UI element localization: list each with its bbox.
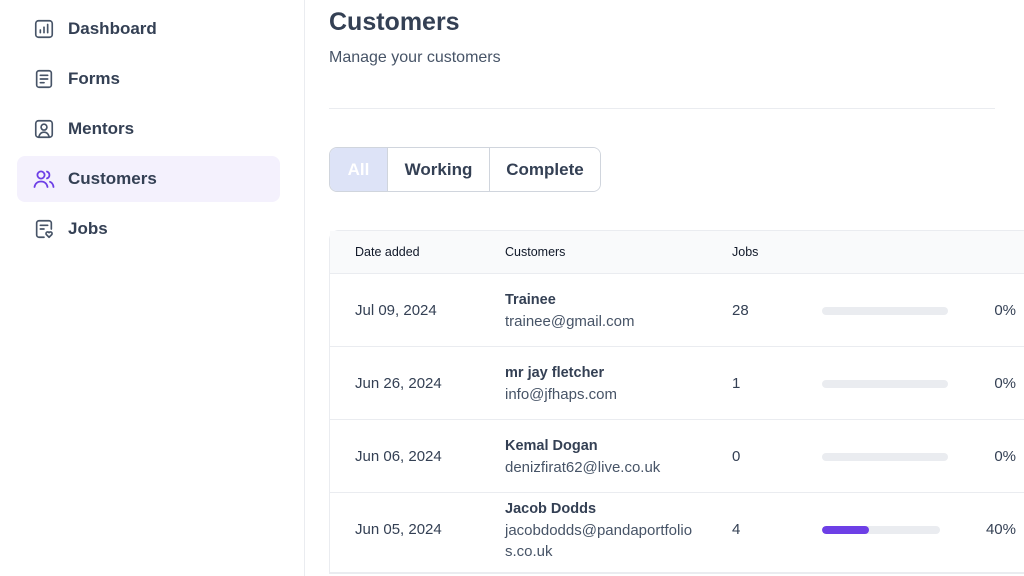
page-subtitle: Manage your customers xyxy=(329,49,501,66)
column-header-customers[interactable]: Customers xyxy=(505,245,565,259)
page-title: Customers xyxy=(329,8,460,36)
sidebar-item-label: Mentors xyxy=(68,119,135,138)
table-header: Date added Customers Jobs xyxy=(330,231,1024,274)
customer-name: Jacob Dodds xyxy=(505,501,597,517)
users-icon xyxy=(32,167,56,191)
date-added: Jun 05, 2024 xyxy=(355,521,442,538)
filter-working-button[interactable]: Working xyxy=(387,148,489,191)
customer-name: Trainee xyxy=(505,292,556,308)
progress-bar xyxy=(822,307,948,315)
table-row[interactable]: Jun 26, 2024 mr jay fletcher info@jfhaps… xyxy=(330,347,1024,420)
sidebar-item-mentors[interactable]: Mentors xyxy=(17,106,280,152)
filter-tabs: All Working Complete xyxy=(329,147,601,192)
sidebar-item-label: Jobs xyxy=(68,219,108,238)
progress-percent: 40% xyxy=(985,521,1016,538)
filter-complete-button[interactable]: Complete xyxy=(489,148,600,191)
chart-bar-icon xyxy=(32,17,56,41)
progress-percent: 0% xyxy=(994,448,1016,465)
customer-cell: Jacob Dodds jacobdodds@pandaportfolios.c… xyxy=(505,499,695,562)
customer-cell: Trainee trainee@gmail.com xyxy=(505,290,695,332)
progress-bar-fill xyxy=(822,526,870,534)
progress-percent: 0% xyxy=(994,375,1016,392)
sidebar: Dashboard Forms Mentors Customers Jobs xyxy=(0,0,305,576)
jobs-count: 28 xyxy=(732,302,749,319)
main-content: Customers Manage your customers All Work… xyxy=(329,0,1024,576)
sidebar-item-label: Dashboard xyxy=(68,19,157,38)
sidebar-item-label: Forms xyxy=(68,69,120,88)
progress-bar xyxy=(822,380,948,388)
sidebar-item-label: Customers xyxy=(68,169,157,188)
sidebar-item-forms[interactable]: Forms xyxy=(17,56,280,102)
divider xyxy=(329,108,995,109)
sidebar-item-jobs[interactable]: Jobs xyxy=(17,206,280,252)
customer-email: denizfirat62@live.co.uk xyxy=(505,459,661,476)
progress-bar xyxy=(822,453,948,461)
column-header-jobs[interactable]: Jobs xyxy=(732,245,758,259)
sidebar-item-dashboard[interactable]: Dashboard xyxy=(17,6,280,52)
document-icon xyxy=(32,67,56,91)
customer-email: jacobdodds@pandaportfolios.co.uk xyxy=(505,522,693,560)
filter-all-button[interactable]: All xyxy=(330,148,387,191)
jobs-count: 4 xyxy=(732,521,741,538)
table-row[interactable]: Jun 06, 2024 Kemal Dogan denizfirat62@li… xyxy=(330,420,1024,493)
jobs-count: 0 xyxy=(732,448,741,465)
progress-bar xyxy=(822,526,940,534)
customer-email: trainee@gmail.com xyxy=(505,313,635,330)
table-row[interactable]: Jun 05, 2024 Jacob Dodds jacobdodds@pand… xyxy=(330,493,1024,573)
customer-email: info@jfhaps.com xyxy=(505,386,617,403)
progress-percent: 0% xyxy=(994,302,1016,319)
customer-name: mr jay fletcher xyxy=(505,365,605,381)
customer-cell: Kemal Dogan denizfirat62@live.co.uk xyxy=(505,436,695,478)
customer-name: Kemal Dogan xyxy=(505,438,598,454)
sidebar-item-customers[interactable]: Customers xyxy=(17,156,280,202)
clipboard-heart-icon xyxy=(32,217,56,241)
customer-cell: mr jay fletcher info@jfhaps.com xyxy=(505,363,695,405)
jobs-count: 1 xyxy=(732,375,741,392)
column-header-date[interactable]: Date added xyxy=(355,245,420,259)
table-row[interactable]: Jul 09, 2024 Trainee trainee@gmail.com 2… xyxy=(330,274,1024,347)
date-added: Jun 26, 2024 xyxy=(355,375,442,392)
customers-table: Date added Customers Jobs Jul 09, 2024 T… xyxy=(329,230,1024,574)
date-added: Jul 09, 2024 xyxy=(355,302,437,319)
user-square-icon xyxy=(32,117,56,141)
date-added: Jun 06, 2024 xyxy=(355,448,442,465)
